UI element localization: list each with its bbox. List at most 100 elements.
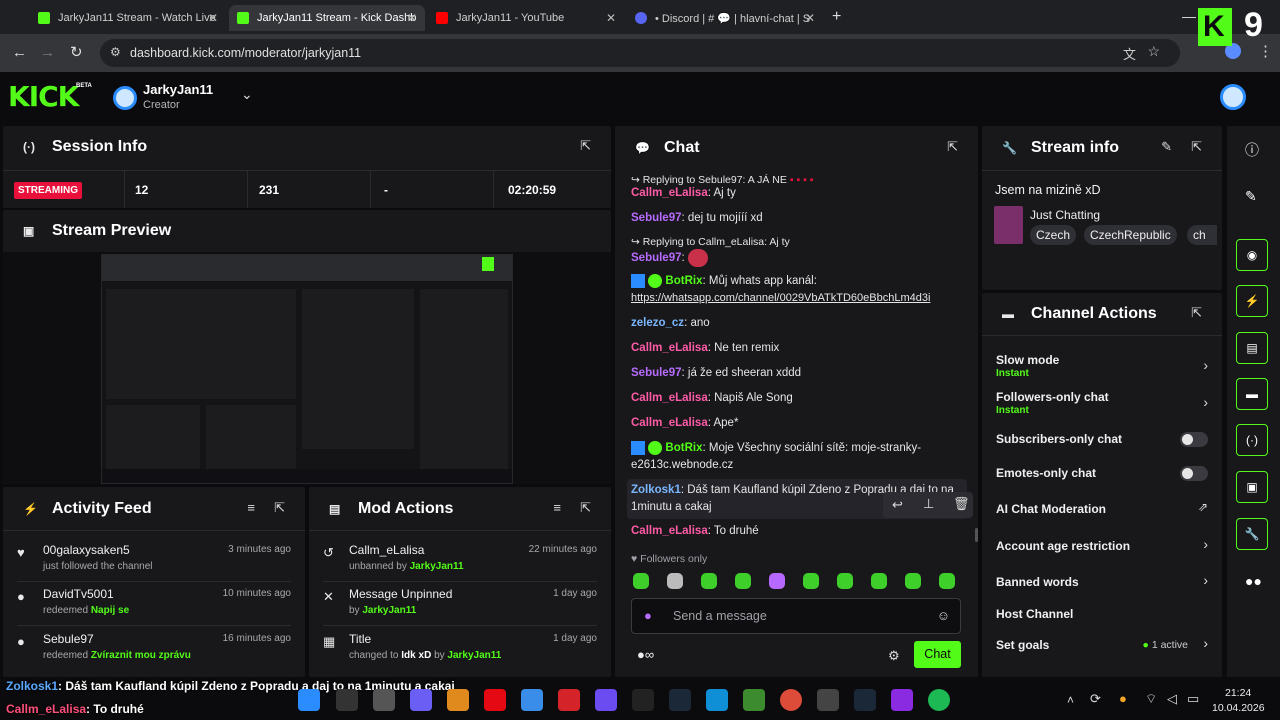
tag-chip[interactable]: ch xyxy=(1187,225,1217,245)
popout-icon[interactable]: ⇱ xyxy=(1191,305,1202,321)
chat-username[interactable]: Callm_eLalisa xyxy=(631,342,708,354)
reload-icon[interactable]: ↻ xyxy=(70,43,83,61)
category-name[interactable]: Just Chatting xyxy=(1030,208,1100,222)
minimize-button[interactable]: — xyxy=(1182,8,1196,24)
subscribers-only-toggle[interactable] xyxy=(1180,432,1208,447)
chat-message[interactable]: zelezo_cz: ano xyxy=(631,315,966,332)
obs-icon[interactable] xyxy=(891,689,913,711)
netflix-icon[interactable] xyxy=(484,689,506,711)
chat-message[interactable]: Callm_eLalisa: Napiš Ale Song xyxy=(631,390,966,407)
start-icon[interactable] xyxy=(298,689,320,711)
chat-username[interactable]: Sebule97 xyxy=(631,367,682,379)
tab-kick-watch[interactable]: JarkyJan11 Stream - Watch Live ✕ xyxy=(30,5,226,31)
back-icon[interactable]: ← xyxy=(12,44,27,61)
reply-icon[interactable]: ↩ xyxy=(892,497,903,513)
spotify-icon[interactable] xyxy=(928,689,950,711)
chat-message[interactable]: Sebule97: xyxy=(631,249,966,267)
chat-username[interactable]: Callm_eLalisa xyxy=(631,417,708,429)
emote-icon[interactable] xyxy=(871,573,887,589)
popout-icon[interactable]: ⇱ xyxy=(274,500,285,516)
chrome-icon[interactable] xyxy=(780,689,802,711)
battery-icon[interactable]: ▭ xyxy=(1187,691,1199,707)
channel-action-followers-only[interactable]: Followers-only chat Instant › xyxy=(982,384,1222,420)
chat-message[interactable]: BotRix: Můj whats app kanál: https://what… xyxy=(631,273,966,307)
preview-video-frame[interactable] xyxy=(101,254,513,484)
chat-message-input[interactable]: ● Send a message ☺ xyxy=(631,598,961,634)
file-explorer-icon[interactable] xyxy=(447,689,469,711)
chat-username[interactable]: zelezo_cz xyxy=(631,317,684,329)
close-icon[interactable]: ✕ xyxy=(208,11,218,25)
chat-message[interactable]: Callm_eLalisa: To druhé xyxy=(631,523,966,540)
minecraft-icon[interactable] xyxy=(743,689,765,711)
channel-action-ai-moderation[interactable]: AI Chat Moderation ⇗ xyxy=(982,497,1222,523)
app-icon[interactable] xyxy=(817,689,839,711)
chat-username[interactable]: Sebule97 xyxy=(631,252,682,264)
chat-message[interactable]: Callm_eLalisa: Aj ty xyxy=(631,185,966,202)
chat-message[interactable]: Callm_eLalisa: Ne ten remix xyxy=(631,340,966,357)
close-icon[interactable]: ✕ xyxy=(407,11,417,25)
popout-icon[interactable]: ⇱ xyxy=(580,500,591,516)
channel-action-banned-words[interactable]: Banned words › xyxy=(982,570,1222,596)
chat-message[interactable]: Callm_eLalisa: Ape* xyxy=(631,415,966,432)
chat-settings-gear-icon[interactable]: ⚙ xyxy=(888,648,900,664)
clock-time[interactable]: 21:24 xyxy=(1225,687,1251,699)
filter-icon[interactable]: ≡ xyxy=(247,500,255,515)
chat-username[interactable]: Callm_eLalisa xyxy=(631,392,708,404)
edit-pencil-icon[interactable]: ✎ xyxy=(1245,188,1257,205)
steam-icon[interactable] xyxy=(669,689,691,711)
emote-icon[interactable] xyxy=(939,573,955,589)
points-icon[interactable]: ●∞ xyxy=(637,647,654,662)
search-icon[interactable] xyxy=(336,689,358,711)
rail-activity-button[interactable]: ⚡ xyxy=(1236,285,1268,317)
site-info-icon[interactable]: ⚙ xyxy=(110,45,121,59)
clock-date[interactable]: 10.04.2026 xyxy=(1212,702,1265,714)
tag-chip[interactable]: CzechRepublic xyxy=(1084,225,1177,245)
channel-action-host-channel[interactable]: Host Channel xyxy=(982,602,1222,628)
emote-icon[interactable] xyxy=(633,573,649,589)
send-chat-button[interactable]: Chat xyxy=(914,641,961,668)
user-avatar[interactable] xyxy=(1220,84,1246,110)
channel-avatar[interactable] xyxy=(113,86,137,110)
chat-message[interactable]: BotRix: Moje Všechny sociální sítě: moje… xyxy=(631,440,966,474)
chat-link[interactable]: https://whatsapp.com/channel/0029VbATkTD… xyxy=(631,292,930,304)
new-tab-button[interactable]: + xyxy=(832,8,841,26)
epic-games-icon[interactable] xyxy=(632,689,654,711)
info-icon[interactable]: ⓘ xyxy=(1245,140,1259,160)
close-icon[interactable]: ✕ xyxy=(606,11,616,25)
tab-youtube[interactable]: JarkyJan11 - YouTube ✕ xyxy=(428,5,624,31)
microphone-icon[interactable]: ● xyxy=(1119,691,1127,706)
chat-username[interactable]: Callm_eLalisa xyxy=(631,525,708,537)
forward-icon[interactable]: → xyxy=(40,44,55,61)
sync-icon[interactable]: ⟳ xyxy=(1090,691,1101,707)
emote-icon[interactable] xyxy=(769,573,785,589)
rail-channel-actions-button[interactable]: ▣ xyxy=(1236,471,1268,503)
tag-chip[interactable]: Czech xyxy=(1030,225,1077,245)
chat-message[interactable]: Sebule97: já že ed sheeran xddd xyxy=(631,365,966,382)
emote-icon[interactable] xyxy=(803,573,819,589)
bookmark-star-icon[interactable]: ☆ xyxy=(1147,43,1160,60)
tab-kick-dashboard[interactable]: JarkyJan11 Stream - Kick Dashb ✕ xyxy=(229,5,425,31)
app-purple-icon[interactable] xyxy=(595,689,617,711)
mic-icon[interactable]: ● xyxy=(644,608,652,623)
channel-action-account-age[interactable]: Account age restriction › xyxy=(982,534,1222,560)
emote-icon[interactable] xyxy=(701,573,717,589)
task-view-icon[interactable] xyxy=(373,689,395,711)
edit-pencil-icon[interactable]: ✎ xyxy=(1161,139,1172,155)
translate-icon[interactable]: 文 xyxy=(1123,44,1136,63)
chat-message[interactable]: Sebule97: dej tu mojííí xd xyxy=(631,210,966,227)
channel-action-slow-mode[interactable]: Slow mode Instant › xyxy=(982,347,1222,383)
emote-icon[interactable] xyxy=(837,573,853,589)
popout-icon[interactable]: ⇱ xyxy=(947,139,958,155)
emotes-only-toggle[interactable] xyxy=(1180,466,1208,481)
emote-icon[interactable] xyxy=(667,573,683,589)
store-icon[interactable] xyxy=(521,689,543,711)
app-l-icon[interactable] xyxy=(558,689,580,711)
popout-icon[interactable]: ⇱ xyxy=(1191,139,1202,155)
pin-icon[interactable]: ⊥ xyxy=(923,496,934,512)
volume-icon[interactable]: ◁ xyxy=(1167,691,1177,707)
filter-icon[interactable]: ≡ xyxy=(553,500,561,515)
edge-icon[interactable] xyxy=(706,689,728,711)
channel-action-set-goals[interactable]: Set goals ● 1 active › xyxy=(982,633,1222,659)
rail-mod-actions-button[interactable]: ▤ xyxy=(1236,332,1268,364)
category-thumbnail[interactable] xyxy=(994,206,1023,244)
